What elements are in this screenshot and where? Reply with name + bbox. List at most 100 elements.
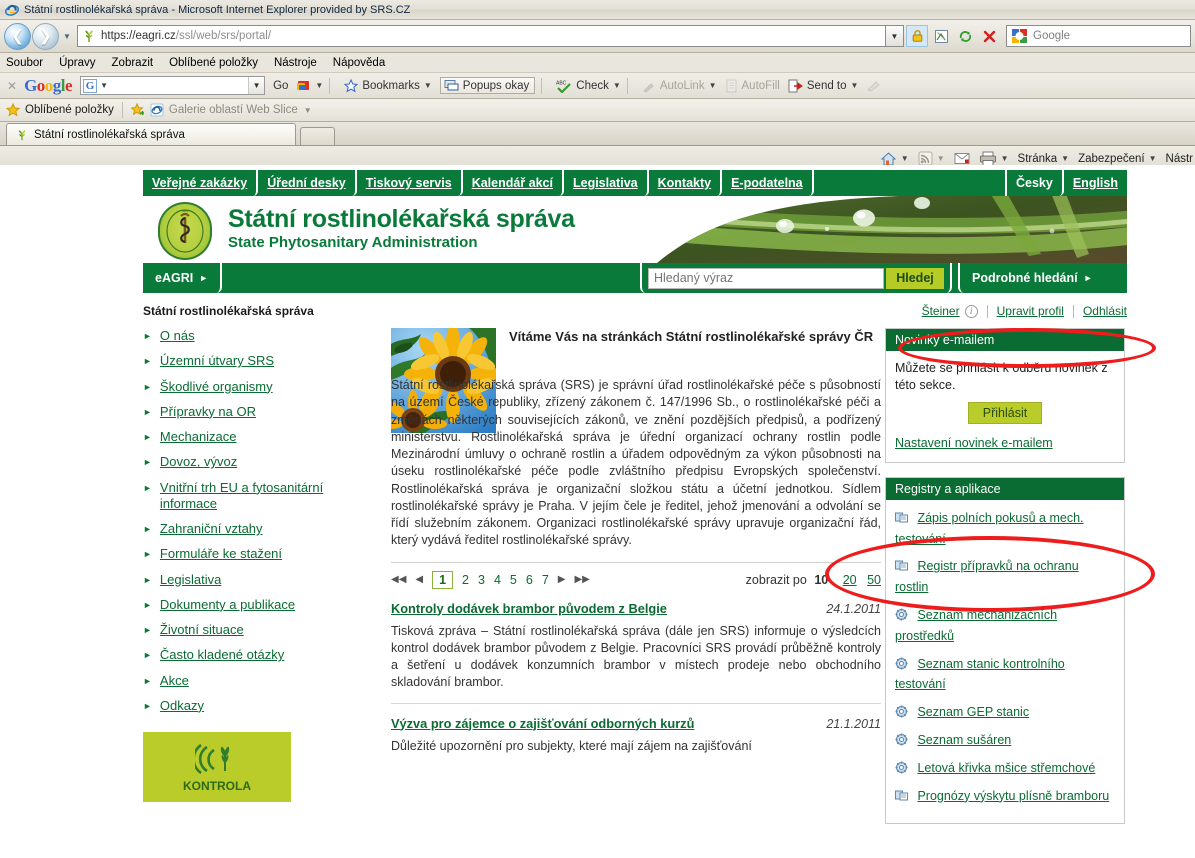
menu-item-zobrazit[interactable]: Zobrazit bbox=[112, 57, 154, 69]
google-toolbar-search[interactable]: G ▼ ▼ bbox=[80, 76, 266, 95]
back-button[interactable]: ❮ bbox=[4, 22, 31, 50]
google-go-button[interactable]: Go bbox=[273, 80, 288, 92]
topnav-lang-cesky[interactable]: Česky bbox=[1007, 170, 1064, 196]
tab-active[interactable]: Státní rostlinolékařská správa bbox=[6, 123, 296, 145]
chevron-down-icon[interactable]: ▼ bbox=[100, 81, 108, 90]
sidebar-item-pripravky-na-or[interactable]: Přípravky na OR bbox=[160, 404, 256, 420]
page-7[interactable]: 7 bbox=[542, 573, 549, 587]
new-tab-button[interactable] bbox=[300, 127, 335, 145]
google-bookmarks-button[interactable]: Bookmarks ▼ bbox=[344, 78, 432, 93]
advanced-search-button[interactable]: Podrobné hledání ► bbox=[958, 263, 1127, 293]
google-apps-icon[interactable]: ▼ bbox=[296, 78, 323, 93]
last-page-icon[interactable]: ▶▶ bbox=[574, 574, 589, 585]
lock-icon[interactable] bbox=[906, 25, 928, 47]
menu-item-soubor[interactable]: Soubor bbox=[6, 57, 43, 69]
webslice-gallery-button[interactable]: Galerie oblastí Web Slice bbox=[169, 104, 298, 116]
rss-feed-icon[interactable]: ▼ bbox=[918, 151, 945, 166]
article-title[interactable]: Výzva pro zájemce o zajišťování odbornýc… bbox=[391, 716, 694, 731]
first-page-icon[interactable]: ◀◀ bbox=[391, 574, 406, 585]
sidebar-item-dovoz-vyvoz[interactable]: Dovoz, vývoz bbox=[160, 454, 237, 470]
newsletter-settings-link[interactable]: Nastavení novinek e-mailem bbox=[895, 436, 1053, 450]
page-5[interactable]: 5 bbox=[510, 573, 517, 587]
menu-item-oblibene[interactable]: Oblíbené položky bbox=[169, 57, 258, 69]
page-3[interactable]: 3 bbox=[478, 573, 485, 587]
topnav-item-kalendar-akci[interactable]: Kalendář akcí bbox=[462, 170, 564, 196]
compatibility-view-icon[interactable] bbox=[930, 25, 952, 47]
sidebar-item-o-nas[interactable]: O nás bbox=[160, 328, 195, 344]
registry-link-seznam-mechanizacnich[interactable]: Seznam mechanizačních prostředků bbox=[895, 608, 1057, 643]
kontrola-banner[interactable]: KONTROLA bbox=[143, 732, 291, 802]
google-search-dropdown-icon[interactable]: ▼ bbox=[248, 77, 265, 94]
next-page-icon[interactable]: ▶ bbox=[558, 574, 566, 585]
registry-link-seznam-stanic-kontrolniho-testovani[interactable]: Seznam stanic kontrolního testování bbox=[895, 657, 1065, 692]
site-favicon-icon bbox=[81, 28, 97, 44]
per-page-20[interactable]: 20 bbox=[843, 573, 857, 587]
registry-link-zapis-polnich-pokusu[interactable]: Zápis polních pokusů a mech. testování bbox=[895, 511, 1084, 546]
info-icon[interactable]: i bbox=[964, 304, 978, 318]
sidebar-item-legislativa[interactable]: Legislativa bbox=[160, 572, 221, 588]
google-check-button[interactable]: ABC Check ▼ bbox=[556, 79, 621, 93]
topnav-item-uredni-desky[interactable]: Úřední desky bbox=[258, 170, 357, 196]
close-toolbar-icon[interactable]: ✕ bbox=[7, 79, 17, 93]
refresh-icon[interactable] bbox=[954, 25, 976, 47]
address-bar[interactable]: https://eagri.cz/ssl/web/srs/portal/ bbox=[77, 25, 886, 47]
topnav-lang-english[interactable]: English bbox=[1063, 170, 1127, 196]
topnav-item-tiskovy-servis[interactable]: Tiskový servis bbox=[356, 170, 463, 196]
subscribe-button[interactable]: Přihlásit bbox=[967, 401, 1043, 424]
topnav-item-e-podatelna[interactable]: E-podatelna bbox=[722, 170, 814, 196]
page-2[interactable]: 2 bbox=[462, 573, 469, 587]
registry-link-seznam-gep-stanic[interactable]: Seznam GEP stanic bbox=[917, 705, 1029, 719]
topnav-item-legislativa[interactable]: Legislativa bbox=[563, 170, 649, 196]
edit-profile-link[interactable]: Upravit profil bbox=[997, 304, 1064, 318]
prev-page-icon[interactable]: ◀ bbox=[415, 574, 423, 585]
menu-item-napoveda[interactable]: Nápověda bbox=[333, 57, 385, 69]
google-sendto-button[interactable]: Send to ▼ bbox=[788, 79, 858, 93]
tab-label: Státní rostlinolékařská správa bbox=[34, 128, 185, 141]
sidebar-item-skodlive-organismy[interactable]: Škodlivé organismy bbox=[160, 379, 273, 395]
per-page-50[interactable]: 50 bbox=[867, 573, 881, 587]
browser-search-box[interactable]: Google bbox=[1006, 25, 1191, 47]
favorites-button[interactable]: Oblíbené položky bbox=[25, 104, 114, 116]
sidebar-item-akce[interactable]: Akce bbox=[160, 673, 189, 689]
site-search-button[interactable]: Hledej bbox=[886, 267, 944, 289]
page-current[interactable]: 1 bbox=[432, 570, 454, 589]
history-dropdown-icon[interactable]: ▼ bbox=[60, 23, 74, 50]
eagri-button[interactable]: eAGRI ► bbox=[143, 263, 223, 293]
address-dropdown-icon[interactable]: ▼ bbox=[886, 25, 904, 47]
menu-item-upravy[interactable]: Úpravy bbox=[59, 57, 95, 69]
logout-link[interactable]: Odhlásit bbox=[1083, 304, 1127, 318]
sidebar-item-casto-kladene-otazky[interactable]: Často kladené otázky bbox=[160, 647, 284, 663]
sidebar-item-uzemni-utvary[interactable]: Územní útvary SRS bbox=[160, 353, 274, 369]
registry-link-registr-pripravku[interactable]: Registr přípravků na ochranu rostlin bbox=[895, 559, 1079, 594]
security-menu-button[interactable]: Zabezpečení ▼ bbox=[1078, 153, 1156, 165]
page-4[interactable]: 4 bbox=[494, 573, 501, 587]
sidebar-item-zahranicni-vztahy[interactable]: Zahraniční vztahy bbox=[160, 521, 263, 537]
page-6[interactable]: 6 bbox=[526, 573, 533, 587]
registry-link-prognozy-vyskytu[interactable]: Prognózy výskytu plísně bramboru bbox=[917, 789, 1109, 803]
sidebar-item-mechanizace[interactable]: Mechanizace bbox=[160, 429, 237, 445]
registry-link-seznam-susaren[interactable]: Seznam sušáren bbox=[917, 733, 1011, 747]
sidebar-item-formulare[interactable]: Formuláře ke stažení bbox=[160, 546, 282, 562]
sidebar-item-vnitrni-trh-eu[interactable]: Vnitřní trh EU a fytosanitární informace bbox=[160, 480, 383, 513]
sidebar-item-zivotni-situace[interactable]: Životní situace bbox=[160, 622, 244, 638]
sidebar-item-dokumenty[interactable]: Dokumenty a publikace bbox=[160, 597, 295, 613]
site-search-input[interactable] bbox=[648, 267, 884, 289]
chevron-down-icon[interactable]: ▼ bbox=[304, 106, 312, 115]
google-autofill-button[interactable]: AutoFill bbox=[725, 79, 780, 93]
registry-link-letova-krivka[interactable]: Letová křivka mšice střemchové bbox=[917, 761, 1095, 775]
user-name-link[interactable]: Šteiner bbox=[922, 304, 960, 318]
page-menu-button[interactable]: Stránka ▼ bbox=[1018, 153, 1070, 165]
add-favorite-icon[interactable] bbox=[130, 103, 145, 117]
read-mail-icon[interactable] bbox=[954, 152, 970, 165]
article-title[interactable]: Kontroly dodávek brambor původem z Belgi… bbox=[391, 601, 667, 616]
stop-icon[interactable] bbox=[978, 25, 1000, 47]
google-popups-button[interactable]: Popups okay bbox=[439, 77, 536, 94]
google-settings-icon[interactable] bbox=[866, 79, 882, 93]
google-autolink-button[interactable]: AutoLink ▼ bbox=[642, 79, 717, 93]
tools-menu-button[interactable]: Nástr bbox=[1166, 153, 1193, 165]
topnav-item-verejne-zakazky[interactable]: Veřejné zakázky bbox=[143, 170, 259, 196]
topnav-item-kontakty[interactable]: Kontakty bbox=[648, 170, 723, 196]
sidebar-item-odkazy[interactable]: Odkazy bbox=[160, 698, 204, 714]
menu-item-nastroje[interactable]: Nástroje bbox=[274, 57, 317, 69]
forward-button[interactable]: ❯ bbox=[32, 22, 59, 50]
